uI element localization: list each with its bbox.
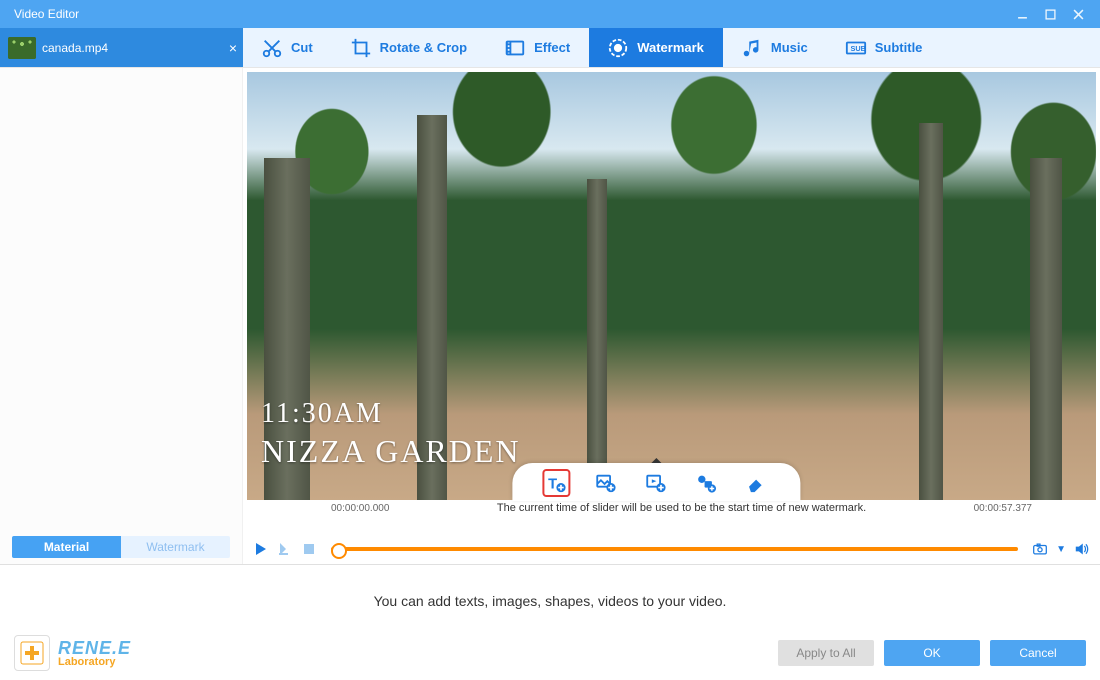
toolbar-watermark-label: Watermark [637,40,704,55]
snapshot-dropdown-icon[interactable]: ▼ [1056,544,1066,555]
scissors-icon [261,37,283,59]
playback-controls: ▼ [243,538,1100,564]
play-button[interactable] [251,539,271,559]
ok-button[interactable]: OK [884,640,980,666]
brand-logo: RENE.E Laboratory [14,635,131,671]
title-bar: Video Editor [0,0,1100,28]
timeline-slider[interactable] [331,547,1018,551]
video-frame: 11:30AM NIZZA GARDEN [247,72,1096,500]
file-thumb [8,37,36,59]
footer-hint: You can add texts, images, shapes, video… [0,565,1100,636]
volume-button[interactable] [1072,539,1092,559]
watermark-icon [607,37,629,59]
sidebar: Material Watermark [0,68,243,564]
footer: You can add texts, images, shapes, video… [0,564,1100,680]
logo-icon [14,635,50,671]
close-tab-icon[interactable]: × [229,40,237,56]
effect-icon [504,37,526,59]
toolbar-cut-label: Cut [291,40,313,55]
toolbar-rotate-crop[interactable]: Rotate & Crop [332,28,486,67]
top-row: canada.mp4 × Cut Rotate & Crop Effect Wa… [0,28,1100,68]
sidebar-tabs: Material Watermark [0,536,242,564]
sidebar-tab-material[interactable]: Material [12,536,121,558]
main-row: Material Watermark 11:30AM NIZZA GARDEN … [0,68,1100,564]
svg-text:SUB: SUB [850,43,865,52]
toolbar-subtitle-label: Subtitle [875,40,923,55]
time-current: 00:00:00.000 [331,503,389,514]
cancel-button[interactable]: Cancel [990,640,1086,666]
toolbar-music[interactable]: Music [723,28,827,67]
toolbar: Cut Rotate & Crop Effect Watermark Music… [243,28,1100,67]
toolbar-subtitle[interactable]: SUB Subtitle [827,28,942,67]
window-title: Video Editor [14,7,1008,21]
snapshot-button[interactable] [1030,539,1050,559]
svg-text:T: T [548,477,557,493]
timeline: 00:00:00.000 The current time of slider … [243,500,1100,538]
footer-buttons: RENE.E Laboratory Apply to All OK Cancel [0,636,1100,680]
toolbar-watermark[interactable]: Watermark [589,28,723,67]
brand-sub: Laboratory [58,657,131,668]
stop-button[interactable] [299,539,319,559]
toolbar-cut[interactable]: Cut [243,28,332,67]
subtitle-icon: SUB [845,37,867,59]
brand-name: RENE.E [58,639,131,657]
add-text-button[interactable]: T [542,469,570,497]
toolbar-effect-label: Effect [534,40,570,55]
preview-column: 11:30AM NIZZA GARDEN T 00:00:00.000 The … [243,68,1100,564]
file-tabs: canada.mp4 × [0,28,243,67]
erase-button[interactable] [742,469,770,497]
apply-all-button[interactable]: Apply to All [778,640,874,666]
toolbar-rotate-label: Rotate & Crop [380,40,467,55]
crop-icon [350,37,372,59]
step-button[interactable] [275,539,295,559]
file-tab-label: canada.mp4 [42,41,108,55]
toolbar-effect[interactable]: Effect [486,28,589,67]
video-preview[interactable]: 11:30AM NIZZA GARDEN T [247,72,1096,500]
file-tab-canada[interactable]: canada.mp4 × [0,28,243,67]
music-icon [741,37,763,59]
toolbar-music-label: Music [771,40,808,55]
maximize-button[interactable] [1036,0,1064,28]
overlay-time-text: 11:30AM [261,398,383,430]
add-shape-button[interactable] [692,469,720,497]
timeline-help-text: The current time of slider will be used … [395,502,967,515]
time-duration: 00:00:57.377 [974,503,1032,514]
add-video-button[interactable] [642,469,670,497]
close-button[interactable] [1064,0,1092,28]
minimize-button[interactable] [1008,0,1036,28]
overlay-title-text: NIZZA GARDEN [261,433,521,470]
sidebar-tab-watermark[interactable]: Watermark [121,536,230,558]
watermark-add-toolbar: T [512,463,800,501]
add-image-button[interactable] [592,469,620,497]
